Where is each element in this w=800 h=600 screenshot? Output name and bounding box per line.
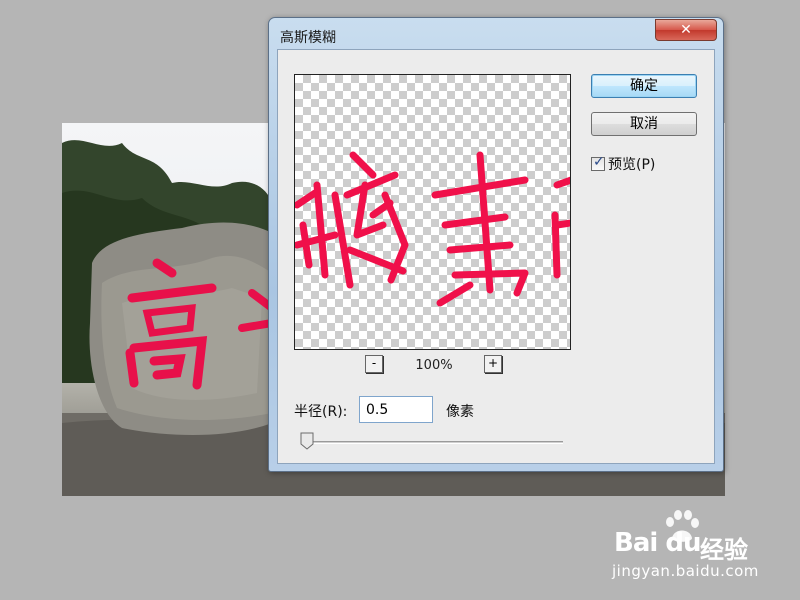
plus-icon: + (487, 356, 499, 370)
watermark-brand: Bai du (614, 528, 701, 558)
minus-icon: - (371, 356, 377, 370)
checkmark-icon: ✓ (593, 154, 605, 170)
dialog-body: - 100% + 半径(R): 像素 确定 取消 ✓预览(P) (277, 49, 715, 464)
preview-checkbox-row[interactable]: ✓ 预览(P) (591, 154, 655, 174)
zoom-out-button[interactable]: - (365, 355, 383, 373)
dialog-titlebar[interactable]: 高斯模糊 ✕ (269, 18, 723, 48)
zoom-in-button[interactable]: + (484, 355, 502, 373)
gaussian-blur-dialog: 高斯模糊 ✕ - 100% + 半径(R): 0.5 像素 确定 取消 ✓ 预览… (268, 17, 724, 472)
cancel-button[interactable]: 取消 (591, 112, 697, 136)
ok-button[interactable]: 确定 (591, 74, 697, 98)
radius-unit-label: 像素 (446, 404, 474, 420)
radius-label: 半径(R): (294, 404, 348, 420)
blur-preview[interactable] (294, 74, 571, 350)
close-icon: ✕ (680, 22, 692, 38)
radius-slider-track[interactable] (308, 441, 563, 444)
preview-calligraphy (295, 151, 570, 307)
radius-input[interactable] (359, 396, 433, 423)
close-button[interactable]: ✕ (655, 19, 717, 41)
preview-checkbox-label: 预览(P) (608, 157, 656, 173)
zoom-level: 100% (415, 358, 453, 373)
watermark-product: 经验 (700, 536, 748, 564)
watermark-url: jingyan.baidu.com (612, 562, 759, 580)
dialog-title: 高斯模糊 (280, 30, 336, 46)
zoom-controls: - 100% + (294, 355, 571, 377)
radius-slider-thumb[interactable] (300, 432, 314, 450)
preview-checkbox[interactable]: ✓ (591, 154, 605, 171)
